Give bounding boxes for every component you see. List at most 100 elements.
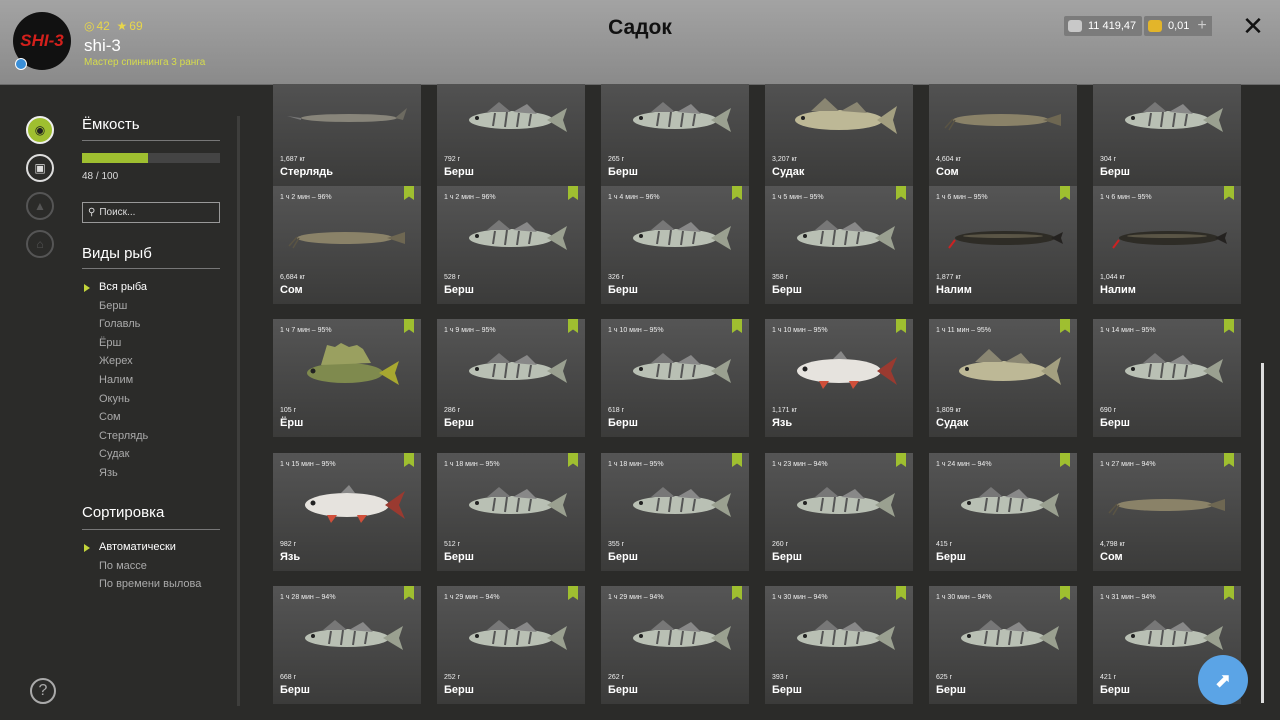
catch-time: 1 ч 6 мин – 95% — [1100, 194, 1152, 201]
fish-weight: 358 г — [772, 274, 789, 281]
catch-time: 1 ч 10 мин – 95% — [772, 327, 828, 334]
bookmark-icon[interactable] — [1060, 586, 1070, 600]
fish-card[interactable]: 1 ч 29 мин – 94% 252 г Берш — [437, 586, 585, 704]
bersh-fish-icon — [469, 487, 567, 517]
bookmark-icon[interactable] — [568, 319, 578, 333]
fish-name: Судак — [772, 166, 805, 178]
fish-card[interactable]: 1 ч 5 мин – 95% 358 г Берш — [765, 186, 913, 304]
bersh-fish-icon — [797, 487, 895, 517]
fish-card[interactable]: 4,604 кг Сом — [929, 84, 1077, 186]
bookmark-icon[interactable] — [896, 186, 906, 200]
fish-card[interactable]: 1 ч 27 мин – 94% 4,798 кг Сом — [1093, 453, 1241, 571]
fish-weight: 304 г — [1100, 156, 1117, 163]
bookmark-icon[interactable] — [732, 453, 742, 467]
fish-card[interactable]: 1 ч 23 мин – 94% 260 г Берш — [765, 453, 913, 571]
gold-balance: 0,01 — [1144, 16, 1196, 36]
fish-card[interactable]: 1 ч 29 мин – 94% 262 г Берш — [601, 586, 749, 704]
fish-card[interactable]: 1 ч 24 мин – 94% 415 г Берш — [929, 453, 1077, 571]
close-button[interactable]: ✕ — [1240, 12, 1266, 40]
fish-name: Берш — [608, 684, 638, 696]
fish-card[interactable]: 1 ч 6 мин – 95% 1,877 кг Налим — [929, 186, 1077, 304]
fish-card[interactable]: 1 ч 4 мин – 96% 326 г Берш — [601, 186, 749, 304]
bookmark-icon[interactable] — [896, 586, 906, 600]
bookmark-icon[interactable] — [896, 453, 906, 467]
catch-time: 1 ч 18 мин – 95% — [608, 461, 664, 468]
fish-card[interactable]: 3,207 кг Судак — [765, 84, 913, 186]
bookmark-icon[interactable] — [732, 319, 742, 333]
bookmark-icon[interactable] — [404, 319, 414, 333]
fish-card[interactable]: 1 ч 30 мин – 94% 625 г Берш — [929, 586, 1077, 704]
bersh-fish-icon — [469, 353, 567, 383]
fish-card[interactable]: 1 ч 2 мин – 96% 528 г Берш — [437, 186, 585, 304]
bookmark-icon[interactable] — [896, 319, 906, 333]
fish-card[interactable]: 1 ч 28 мин – 94% 668 г Берш — [273, 586, 421, 704]
bookmark-icon[interactable] — [1224, 319, 1234, 333]
bookmark-icon[interactable] — [732, 586, 742, 600]
fish-weight: 982 г — [280, 541, 297, 548]
fish-card[interactable]: 1 ч 18 мин – 95% 355 г Берш — [601, 453, 749, 571]
fish-name: Налим — [936, 284, 972, 296]
fish-name: Язь — [772, 417, 793, 429]
fish-card[interactable]: 792 г Берш — [437, 84, 585, 186]
fish-card[interactable]: 265 г Берш — [601, 84, 749, 186]
yorsh-fish-icon — [307, 343, 399, 385]
fish-card[interactable]: 1 ч 2 мин – 96% 6,684 кг Сом — [273, 186, 421, 304]
fish-card[interactable]: 1 ч 11 мин – 95% 1,809 кг Судак — [929, 319, 1077, 437]
bersh-fish-icon — [1125, 353, 1223, 383]
fish-card[interactable]: 1 ч 10 мин – 95% 1,171 кг Язь — [765, 319, 913, 437]
bookmark-icon[interactable] — [732, 186, 742, 200]
yaz-fish-icon — [305, 485, 405, 523]
bookmark-icon[interactable] — [404, 186, 414, 200]
bookmark-icon[interactable] — [404, 453, 414, 467]
fish-name: Берш — [444, 284, 474, 296]
bookmark-icon[interactable] — [568, 186, 578, 200]
bersh-fish-icon — [633, 220, 731, 250]
catch-time: 1 ч 29 мин – 94% — [608, 594, 664, 601]
catch-time: 1 ч 9 мин – 95% — [444, 327, 496, 334]
fish-card[interactable]: 1 ч 7 мин – 95% 105 г Ёрш — [273, 319, 421, 437]
fish-card[interactable]: 1 ч 9 мин – 95% 286 г Берш — [437, 319, 585, 437]
fish-weight: 4,798 кг — [1100, 541, 1126, 548]
bersh-fish-icon — [469, 620, 567, 650]
bookmark-icon[interactable] — [1224, 186, 1234, 200]
fish-weight: 668 г — [280, 674, 297, 681]
add-gold-button[interactable]: + — [1192, 16, 1212, 36]
fish-card[interactable]: 1,687 кг Стерлядь — [273, 84, 421, 186]
bookmark-icon[interactable] — [568, 586, 578, 600]
bersh-fish-icon — [797, 220, 895, 250]
fish-weight: 690 г — [1100, 407, 1117, 414]
username: shi-3 — [84, 36, 121, 55]
fish-weight: 1,877 кг — [936, 274, 962, 281]
fish-card[interactable]: 304 г Берш — [1093, 84, 1241, 186]
bookmark-icon[interactable] — [1060, 186, 1070, 200]
som-fish-icon — [288, 232, 405, 249]
catch-time: 1 ч 15 мин – 95% — [280, 461, 336, 468]
bookmark-icon[interactable] — [1224, 586, 1234, 600]
bersh-fish-icon — [469, 102, 567, 132]
bookmark-icon[interactable] — [1224, 453, 1234, 467]
fish-card[interactable]: 1 ч 30 мин – 94% 393 г Берш — [765, 586, 913, 704]
fish-name: Ёрш — [280, 417, 304, 429]
fish-card[interactable]: 1 ч 10 мин – 95% 618 г Берш — [601, 319, 749, 437]
bookmark-icon[interactable] — [1060, 453, 1070, 467]
bookmark-icon[interactable] — [568, 453, 578, 467]
fish-weight: 1,044 кг — [1100, 274, 1126, 281]
cursor-mode-button[interactable]: ⬈ — [1198, 655, 1248, 705]
scrollbar[interactable] — [1261, 363, 1264, 703]
fish-weight: 4,604 кг — [936, 156, 962, 163]
fish-name: Сом — [1100, 551, 1123, 563]
fish-card[interactable]: 1 ч 15 мин – 95% 982 г Язь — [273, 453, 421, 571]
fish-card[interactable]: 1 ч 18 мин – 95% 512 г Берш — [437, 453, 585, 571]
fish-card[interactable]: 1 ч 14 мин – 95% 690 г Берш — [1093, 319, 1241, 437]
bookmark-icon[interactable] — [1060, 319, 1070, 333]
fish-name: Налим — [1100, 284, 1136, 296]
avatar[interactable]: SHI-3 — [13, 12, 71, 70]
fish-name: Берш — [608, 166, 638, 178]
nalim-fish-icon — [948, 231, 1063, 249]
bookmark-icon[interactable] — [404, 586, 414, 600]
fish-weight: 1,687 кг — [280, 156, 306, 163]
star-icon: ★ — [116, 19, 128, 33]
fish-card[interactable]: 1 ч 6 мин – 95% 1,044 кг Налим — [1093, 186, 1241, 304]
player-stats: ◎ 42 ★ 69 — [84, 19, 143, 33]
fish-name: Стерлядь — [280, 166, 334, 178]
